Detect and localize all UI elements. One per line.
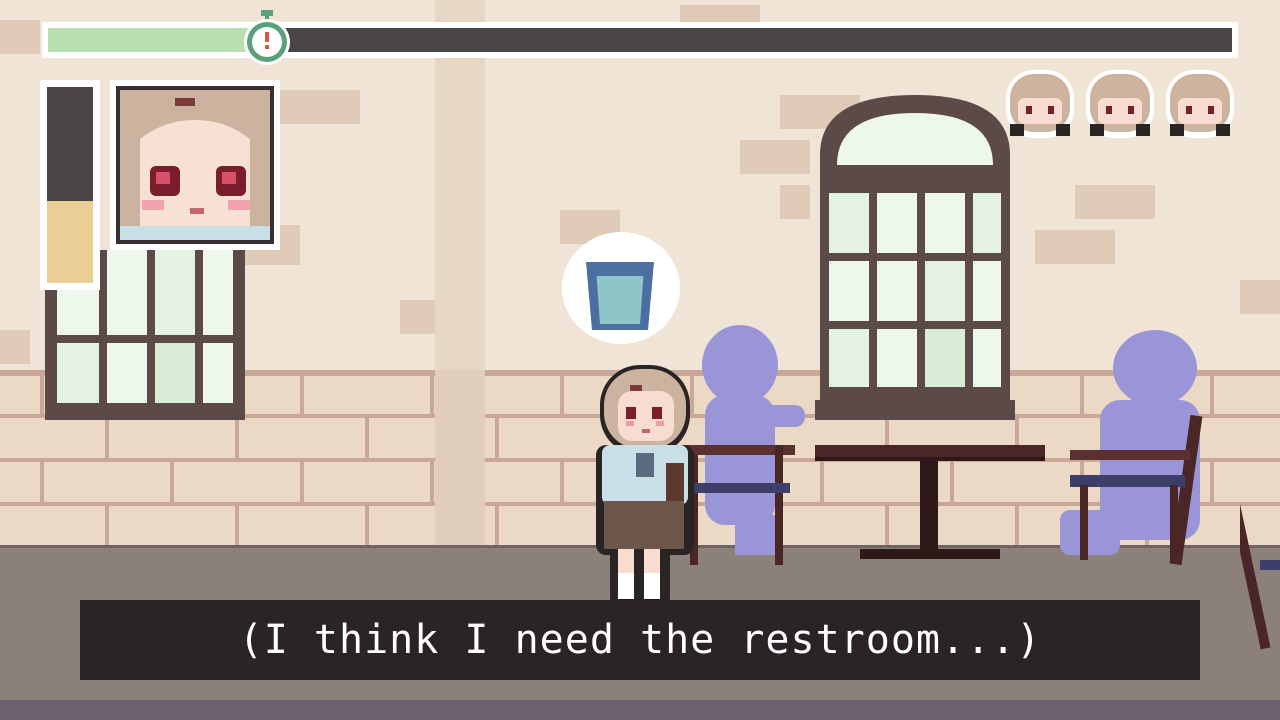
- game-scene: (I think I need the restroom...): [0, 0, 1280, 720]
- dialog-text: (I think I need the restroom...): [238, 617, 1042, 663]
- character-portrait: [120, 90, 270, 240]
- life-icon-3: [1166, 70, 1234, 138]
- bottom-strip: [0, 700, 1280, 720]
- player-character: [596, 365, 694, 620]
- bladder-gauge-fill: [47, 201, 93, 283]
- cafe-chair-edge: [1240, 500, 1280, 650]
- arched-window: [815, 95, 1015, 420]
- life-icon-1: [1006, 70, 1074, 138]
- life-icon-2: [1086, 70, 1154, 138]
- cafe-table: [815, 445, 1045, 559]
- stopwatch-icon: [244, 10, 290, 65]
- timer-bar-fill: [48, 28, 261, 52]
- cafe-chair-right: [1070, 415, 1203, 565]
- cup-icon: [586, 262, 654, 330]
